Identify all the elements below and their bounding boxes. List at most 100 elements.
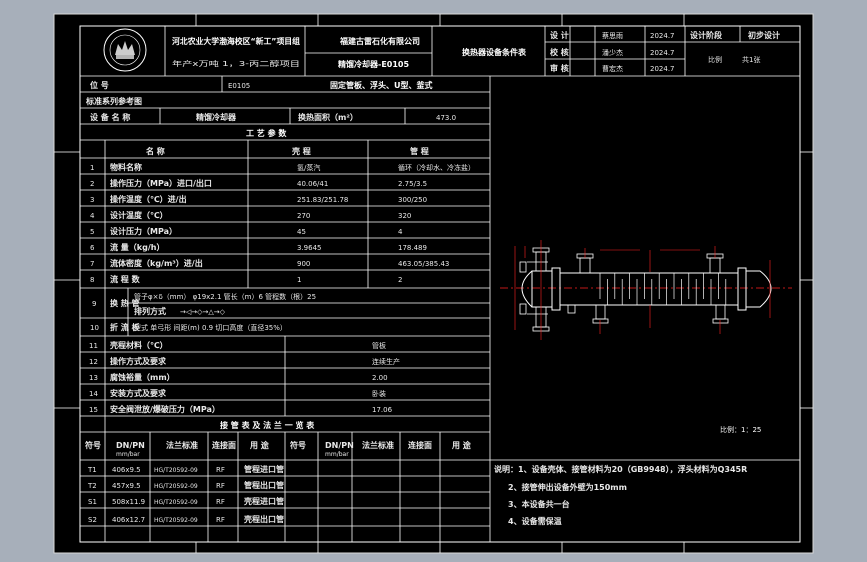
process-row-name: 设计压力（MPa） [110,226,177,236]
nozzle-dn: 457x9.5 [112,482,141,490]
nozzle-col-header: 用 途 [451,440,472,450]
extra-row-no: 14 [89,390,98,398]
nozzle-sym: T1 [87,466,97,474]
process-row-no: 6 [90,244,95,252]
extra-row-no: 15 [89,406,98,414]
nozzle-std: HG/T20592-09 [154,499,198,506]
process-row-no: 2 [90,180,94,188]
nozzle-heading: 接 管 表 及 法 兰 一 览 表 [220,420,315,430]
process-row-name: 流 量（kg/h） [110,242,164,252]
process-row-shell: 900 [297,260,310,268]
extra-row-name: 腐蚀裕量（mm） [110,372,175,382]
name-design: 蔡思雨 [602,31,623,40]
tag-label: 位 号 [90,80,109,90]
process-row-shell: 1 [297,276,301,284]
process-row-no: 1 [90,164,94,172]
nozzle-face: RF [216,466,225,474]
process-row-tube: 2.75/3.5 [398,180,427,188]
process-row-name: 流体密度（kg/m³）进/出 [110,258,203,268]
date-check: 2024.7 [650,49,675,57]
extra-row-value: 17.06 [372,406,393,414]
process-row-shell: 270 [297,212,310,220]
nozzle-col-sub-right: mm/bar [325,451,349,458]
note-item: 4、设备需保温 [508,516,562,526]
nozzle-sym: S2 [88,516,97,524]
role-review: 审 核 [550,63,569,73]
note-item: 说明：1、设备壳体、接管材料为20（GB9948），浮头材料为Q345R [494,464,747,474]
process-row-name: 操作温度（℃）进/出 [110,194,187,204]
extra-row-name: 壳程材料（℃） [109,340,168,350]
nozzle-col-header: DN/PN [325,441,354,450]
extra-row-name: 安装方式及要求 [110,388,167,398]
row10-no: 10 [90,324,99,332]
nozzle-sym: S1 [88,498,97,506]
nozzle-col-header: 符号 [85,440,101,450]
extra-row-no: 13 [89,374,98,382]
col-shell: 壳 程 [291,146,311,156]
process-row-tube: 4 [398,228,403,236]
process-row-tube: 463.05/385.43 [398,260,449,268]
row10-value: 型式 单弓形 间距(m) 0.9 切口高度（直径35%） [134,323,287,332]
process-row-tube: 300/250 [398,196,427,204]
extra-row-value: 连续生产 [372,357,400,366]
std-label: 标准系列参考图 [85,96,142,106]
nozzle-std: HG/T20592-09 [154,467,198,474]
process-row-tube: 2 [398,276,402,284]
company-text: 福建古雷石化有限公司 [339,36,420,46]
process-row-shell: 251.83/251.78 [297,196,348,204]
row9-no: 9 [92,300,96,308]
process-heading: 工 艺 参 数 [246,128,287,138]
date-review: 2024.7 [650,65,675,73]
name-label: 设 备 名 称 [90,112,130,122]
area-value: 473.0 [436,114,456,122]
stage-label: 设计阶段 [690,30,722,40]
sheets-value: 共1张 [742,55,760,64]
date-design: 2024.7 [650,32,675,40]
drawing-title: 换热器设备条件表 [462,47,527,57]
nozzle-col-header: 用 途 [249,440,270,450]
process-row-tube: 循环（冷却水、冷冻盐） [398,163,475,172]
process-row-shell: 45 [297,228,306,236]
area-label: 换热面积（m²） [298,112,358,122]
nozzle-face: RF [216,498,225,506]
nozzle-col-header: 连接面 [408,440,432,450]
nozzle-col-sub: mm/bar [116,451,140,458]
nozzle-dn: 508x11.9 [112,498,145,506]
extra-row-no: 11 [89,342,98,350]
process-row-no: 3 [90,196,94,204]
nozzle-sym: T2 [87,482,97,490]
extra-row-value: 卧装 [372,389,386,398]
nozzle-dn: 406x9.5 [112,466,141,474]
col-item: 名 称 [146,146,165,156]
nozzle-dn: 406x12.7 [112,516,145,524]
extra-row-name: 操作方式及要求 [110,356,167,366]
name-review: 曹宏杰 [602,64,623,73]
process-row-no: 7 [90,260,94,268]
role-design: 设 计 [550,30,569,40]
tag-desc: 固定管板、浮头、U型、釜式 [330,80,433,90]
process-row-tube: 178.489 [398,244,427,252]
nozzle-face: RF [216,516,225,524]
process-row-name: 设计温度（℃） [110,210,168,220]
engineering-drawing: 河北农业大学渤海校区“新工”项目组 年产x万吨 1，3-丙二醇项目 福建古雷石化… [53,13,814,554]
extra-row-value: 2.00 [372,374,388,382]
equipment-name-text: 精馏冷却器-E0105 [338,59,409,69]
note-item: 2、接管伸出设备外壁为150mm [508,482,627,492]
process-row-name: 操作压力（MPa）进口/出口 [110,178,212,188]
process-row-name: 物料名称 [110,162,142,172]
nozzle-col-header: 连接面 [212,440,236,450]
nozzle-use: 管程出口管 [244,480,284,490]
university-text: 河北农业大学渤海校区“新工”项目组 [172,36,300,46]
row9-spec: 管子φ×δ（mm） φ19x2.1 管长（m）6 管程数（根）25 [134,292,316,301]
nozzle-std: HG/T20592-09 [154,483,198,490]
process-row-shell: 氢/蒸汽 [297,163,320,172]
col-tube: 管 程 [410,146,429,156]
extra-row-name: 安全阀泄放/爆破压力（MPa） [110,404,220,414]
nozzle-col-header: 法兰标准 [166,440,198,450]
extra-row-no: 12 [89,358,98,366]
nozzle-col-header: 符号 [290,440,306,450]
drawing-scale: 比例：1：25 [720,425,761,434]
process-row-no: 4 [90,212,95,220]
note-item: 3、本设备共一台 [508,499,570,509]
role-check: 校 核 [550,47,569,57]
